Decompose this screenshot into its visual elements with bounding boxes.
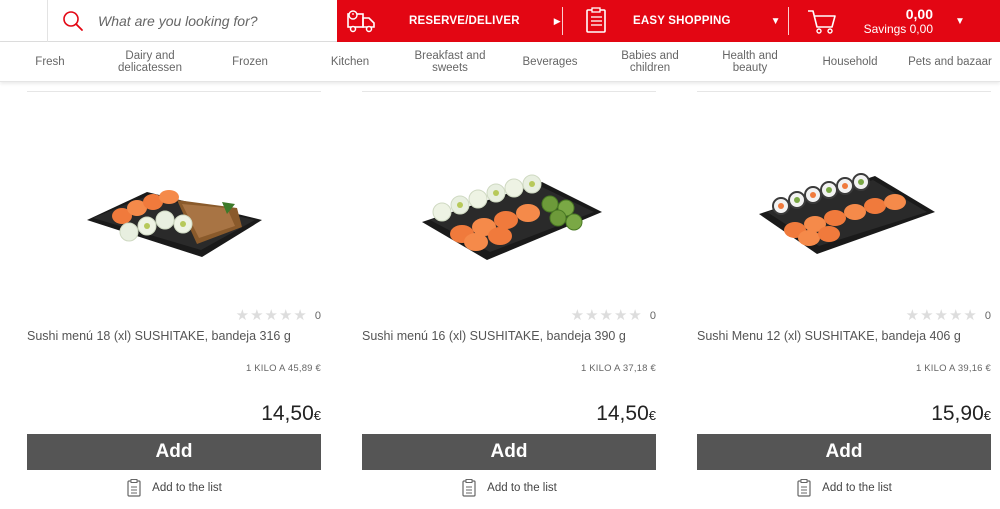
caret-down-icon: ▼ (955, 15, 965, 27)
star-icon: ★ (934, 307, 948, 324)
star-icon: ★ (613, 307, 628, 324)
nav-item-household[interactable]: Household (800, 42, 900, 81)
star-icon: ★ (278, 307, 293, 324)
product-image[interactable] (412, 142, 612, 282)
reserve-deliver-label: RESERVE/DELIVER (409, 15, 520, 27)
star-icon: ★ (264, 307, 278, 324)
product-card: ★ ★ ★ ★ ★ 0 Sushi menú 18 (xl) SUSHITAKE, ba… (27, 82, 321, 509)
product-name[interactable]: Sushi menú 16 (xl) SUSHITAKE, bandeja 39… (362, 329, 656, 343)
price-value: 14,50 (261, 402, 314, 425)
add-to-list-label: Add to the list (487, 482, 557, 494)
top-bar: RESERVE/DELIVER ▶ EASY SHOPPING ▼ (0, 0, 1000, 42)
star-icon: ★ (963, 307, 977, 324)
add-button[interactable]: Add (362, 434, 656, 470)
add-to-list-link[interactable]: Add to the list (362, 479, 656, 497)
header-actions: RESERVE/DELIVER ▶ EASY SHOPPING ▼ 0,00 S… (337, 0, 1000, 42)
star-icon: ★ (920, 307, 934, 324)
delivery-truck-icon (345, 7, 377, 35)
product-image[interactable] (747, 142, 947, 282)
cart-icon (807, 7, 837, 35)
product-name[interactable]: Sushi menú 18 (xl) SUSHITAKE, bandeja 31… (27, 329, 321, 343)
add-to-list-link[interactable]: Add to the list (27, 479, 321, 497)
product-price: 14,50€ (596, 402, 656, 426)
cart-total: 0,00 (905, 5, 933, 22)
shopping-list-icon (583, 7, 609, 35)
star-icon: ★ (585, 307, 599, 324)
card-divider (27, 91, 321, 92)
add-to-list-label: Add to the list (822, 482, 892, 494)
category-nav: Fresh Dairy and delicatessen Frozen Kitc… (0, 42, 1000, 82)
rating: ★ ★ ★ ★ ★ 0 (905, 308, 991, 323)
add-button[interactable]: Add (697, 434, 991, 470)
rating-count: 0 (314, 309, 321, 322)
product-grid: ★ ★ ★ ★ ★ 0 Sushi menú 18 (xl) SUSHITAKE, ba… (0, 82, 1000, 509)
price-currency: € (983, 408, 991, 423)
rating-count: 0 (984, 309, 991, 322)
add-to-list-label: Add to the list (152, 482, 222, 494)
card-divider (362, 91, 656, 92)
caret-down-icon: ▼ (770, 15, 781, 27)
star-icon: ★ (570, 307, 585, 324)
cart-button[interactable]: 0,00 Savings 0,00 ▼ (789, 0, 1000, 42)
add-button[interactable]: Add (27, 434, 321, 470)
cart-savings: Savings 0,00 (863, 21, 933, 36)
price-value: 15,90 (931, 402, 984, 425)
nav-item-breakfast[interactable]: Breakfast and sweets (400, 42, 500, 81)
star-icon: ★ (235, 307, 250, 324)
price-per-kilo: 1 KILO A 39,16 € (915, 363, 991, 374)
search-icon[interactable] (48, 0, 98, 42)
rating: ★ ★ ★ ★ ★ 0 (235, 308, 321, 323)
rating-count: 0 (649, 309, 656, 322)
add-to-list-link[interactable]: Add to the list (697, 479, 991, 497)
nav-item-fresh[interactable]: Fresh (0, 42, 100, 81)
price-value: 14,50 (596, 402, 649, 425)
nav-item-pets[interactable]: Pets and bazaar (900, 42, 1000, 81)
product-name[interactable]: Sushi Menu 12 (xl) SUSHITAKE, bandeja 40… (697, 329, 991, 343)
shopping-list-icon (796, 479, 812, 497)
easy-shopping-label: EASY SHOPPING (633, 15, 731, 27)
product-price: 14,50€ (261, 402, 321, 426)
product-image[interactable] (77, 142, 277, 282)
price-currency: € (313, 408, 321, 423)
shopping-list-icon (126, 479, 142, 497)
reserve-deliver-button[interactable]: RESERVE/DELIVER ▶ (337, 0, 562, 42)
nav-item-beverages[interactable]: Beverages (500, 42, 600, 81)
search-bar-spacer (0, 0, 48, 42)
nav-item-frozen[interactable]: Frozen (200, 42, 300, 81)
star-icon: ★ (250, 307, 264, 324)
easy-shopping-button[interactable]: EASY SHOPPING ▼ (563, 0, 788, 42)
product-card: ★ ★ ★ ★ ★ 0 Sushi Menu 12 (xl) SUSHITAKE, ba… (697, 82, 991, 509)
price-per-kilo: 1 KILO A 37,18 € (580, 363, 656, 374)
nav-item-babies[interactable]: Babies and children (600, 42, 700, 81)
price-currency: € (648, 408, 656, 423)
nav-item-kitchen[interactable]: Kitchen (300, 42, 400, 81)
nav-item-dairy[interactable]: Dairy and delicatessen (100, 42, 200, 81)
star-icon: ★ (628, 307, 642, 324)
search-input[interactable] (98, 12, 328, 29)
shopping-list-icon (461, 479, 477, 497)
product-price: 15,90€ (931, 402, 991, 426)
star-icon: ★ (905, 307, 920, 324)
caret-right-icon: ▶ (553, 15, 561, 26)
nav-item-health[interactable]: Health and beauty (700, 42, 800, 81)
star-icon: ★ (599, 307, 613, 324)
card-divider (697, 91, 991, 92)
cart-summary: 0,00 Savings 0,00 (863, 5, 933, 36)
rating: ★ ★ ★ ★ ★ 0 (570, 308, 656, 323)
price-per-kilo: 1 KILO A 45,89 € (245, 363, 321, 374)
star-icon: ★ (293, 307, 307, 324)
star-icon: ★ (948, 307, 963, 324)
search-bar (0, 0, 337, 42)
product-card: ★ ★ ★ ★ ★ 0 Sushi menú 16 (xl) SUSHITAKE, ba… (362, 82, 656, 509)
